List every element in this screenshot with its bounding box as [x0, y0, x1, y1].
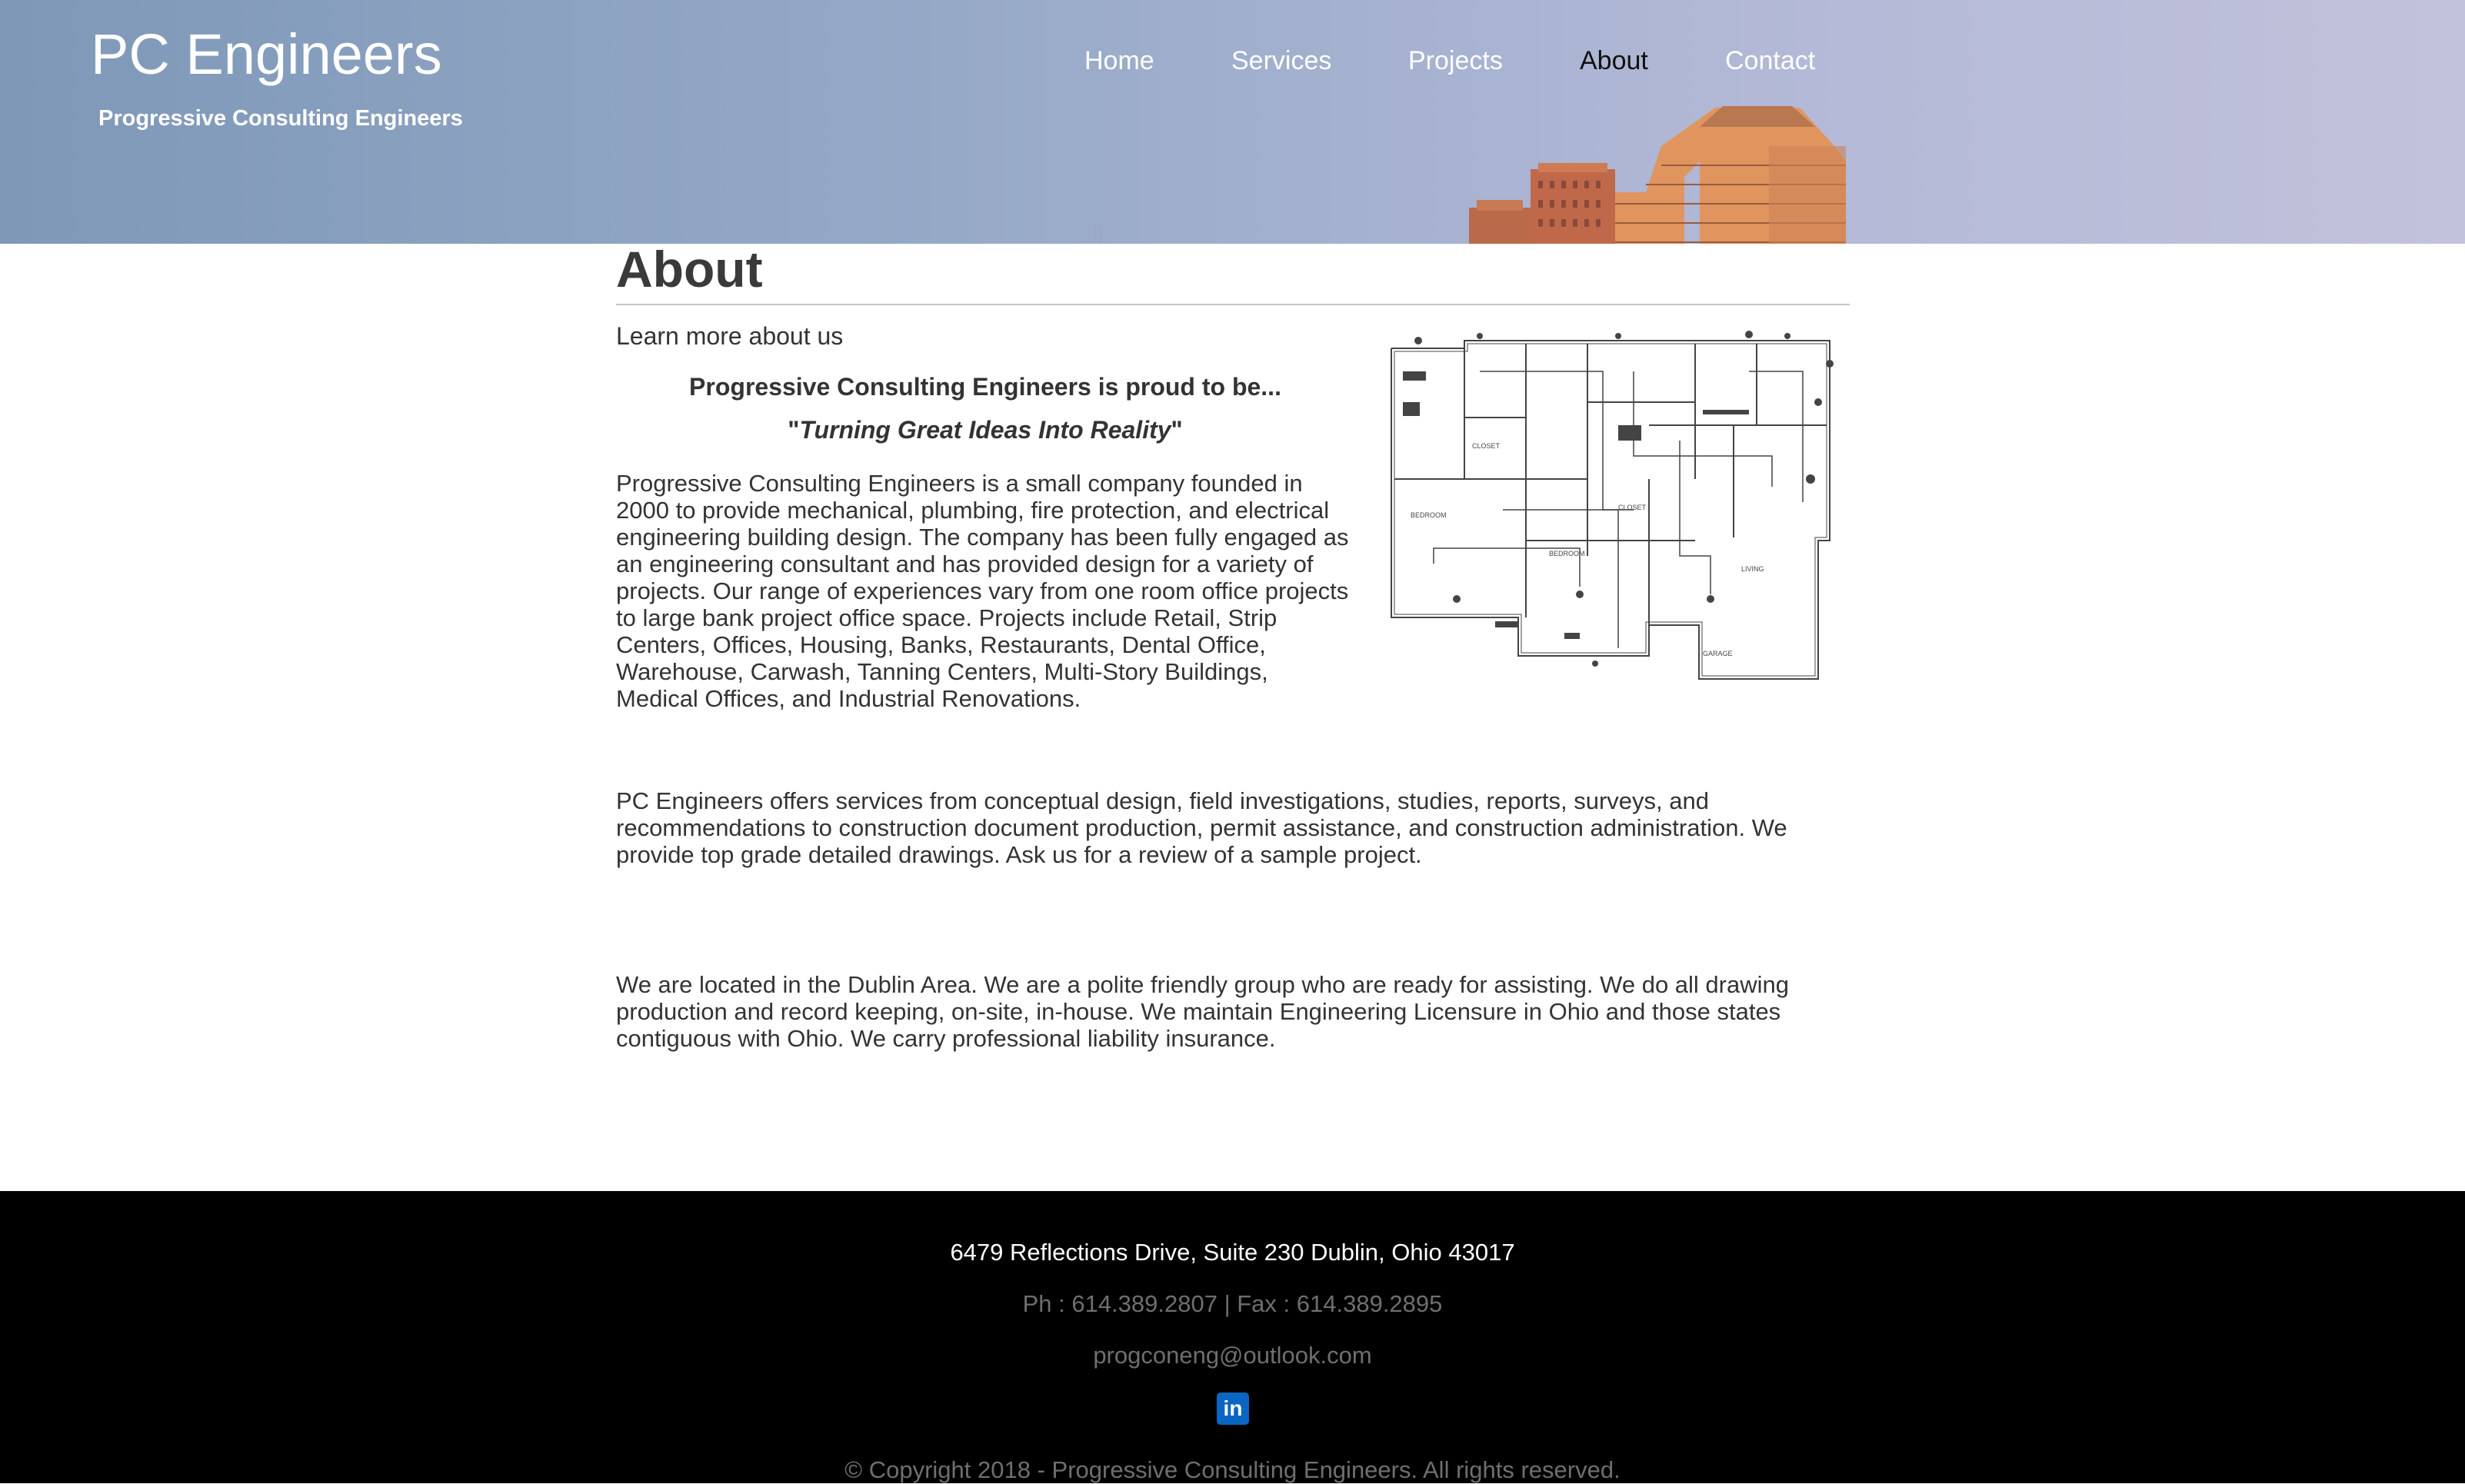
- nav-home[interactable]: Home: [1084, 46, 1154, 76]
- site-tagline: Progressive Consulting Engineers: [98, 106, 463, 131]
- footer-address: 6479 Reflections Drive, Suite 230 Dublin…: [950, 1239, 1515, 1266]
- svg-text:BEDROOM: BEDROOM: [1411, 511, 1447, 519]
- slogan: "Turning Great Ideas Into Reality": [616, 416, 1354, 444]
- svg-text:CLOSET: CLOSET: [1472, 442, 1501, 450]
- footer-copyright: © Copyright 2018 - Progressive Consultin…: [844, 1456, 1621, 1483]
- floor-plan-image: BEDROOM BEDROOM CLOSET LIVING GARAGE CLOSET: [1391, 331, 1834, 680]
- slogan-open-quote: ": [788, 416, 800, 444]
- title-divider: [616, 304, 1850, 305]
- svg-text:LIVING: LIVING: [1741, 565, 1764, 573]
- site-header: PC Engineers Progressive Consulting Engi…: [0, 0, 2465, 244]
- linkedin-icon[interactable]: in: [1217, 1392, 1249, 1425]
- nav-projects[interactable]: Projects: [1408, 46, 1503, 76]
- site-footer: 6479 Reflections Drive, Suite 230 Dublin…: [0, 1191, 2465, 1483]
- proud-heading: Progressive Consulting Engineers is prou…: [689, 373, 1281, 401]
- slogan-close-quote: ": [1171, 416, 1183, 444]
- slogan-text: Turning Great Ideas Into Reality: [799, 416, 1171, 444]
- main-content: About Learn more about us Progressive Co…: [616, 241, 1850, 1052]
- svg-text:GARAGE: GARAGE: [1703, 650, 1733, 657]
- nav-about[interactable]: About: [1580, 46, 1648, 76]
- nav-contact[interactable]: Contact: [1725, 46, 1815, 76]
- site-title[interactable]: PC Engineers: [91, 23, 442, 86]
- svg-text:CLOSET: CLOSET: [1618, 504, 1647, 511]
- footer-email[interactable]: progconeng@outlook.com: [0, 1342, 2465, 1369]
- svg-text:BEDROOM: BEDROOM: [1549, 550, 1585, 557]
- about-paragraph-2: PC Engineers offers services from concep…: [616, 787, 1787, 868]
- page-title: About: [616, 241, 763, 298]
- skyline-image: [1094, 106, 1846, 244]
- about-paragraph-1: Progressive Consulting Engineers is a sm…: [616, 470, 1349, 712]
- intro-text: Learn more about us: [616, 322, 844, 350]
- footer-phone: Ph : 614.389.2807 | Fax : 614.389.2895: [1022, 1290, 1443, 1317]
- about-paragraph-3: We are located in the Dublin Area. We ar…: [616, 971, 1789, 1052]
- nav-services[interactable]: Services: [1231, 46, 1331, 76]
